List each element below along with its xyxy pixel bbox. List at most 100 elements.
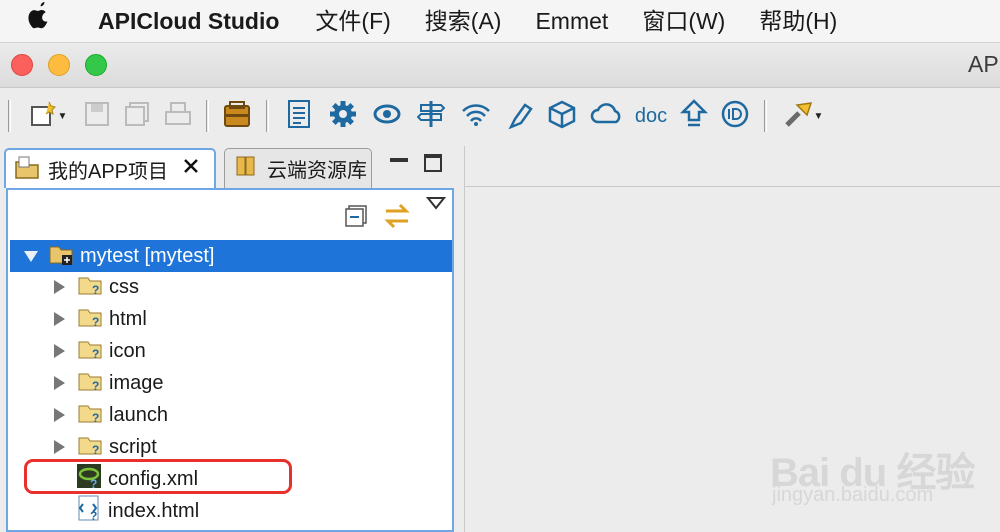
project-root-node[interactable]: mytest [mytest] bbox=[10, 240, 452, 272]
window-close-button[interactable] bbox=[11, 54, 33, 76]
save-all-icon bbox=[124, 101, 150, 132]
watermark-url: jingyan.baidu.com bbox=[772, 484, 934, 506]
settings-button[interactable] bbox=[326, 100, 360, 132]
menu-file[interactable]: 文件(F) bbox=[298, 0, 407, 42]
view-minimize-button[interactable] bbox=[390, 158, 408, 162]
folder-icon: ? bbox=[77, 336, 103, 366]
view-toolbar bbox=[8, 190, 452, 238]
cube-icon bbox=[547, 99, 577, 134]
print-button[interactable] bbox=[162, 100, 194, 132]
tree-folder-css[interactable]: ? css bbox=[54, 271, 450, 303]
folder-label: launch bbox=[109, 403, 168, 426]
sync-button[interactable] bbox=[370, 100, 404, 132]
upload-button[interactable] bbox=[676, 98, 712, 134]
document-icon bbox=[286, 99, 312, 134]
window-zoom-button[interactable] bbox=[85, 54, 107, 76]
tab-label: 我的APP项目 bbox=[48, 160, 169, 183]
folder-icon: ? bbox=[77, 400, 103, 430]
document-button[interactable] bbox=[282, 99, 316, 134]
tree-folder-html[interactable]: ? html bbox=[54, 303, 450, 335]
toolbar-separator bbox=[206, 100, 209, 132]
main-toolbar: ▼ doc ▼ bbox=[0, 88, 1000, 144]
tree-folder-image[interactable]: ? image bbox=[54, 367, 450, 399]
baidu-jingyan-watermark: Bai du 经验 jingyan.baidu.com bbox=[762, 428, 1000, 518]
menu-app-name[interactable]: APICloud Studio bbox=[78, 0, 298, 42]
editor-tab-strip bbox=[465, 146, 1000, 187]
new-file-icon bbox=[29, 100, 57, 133]
ide-button[interactable] bbox=[716, 100, 754, 132]
chevron-right-icon[interactable] bbox=[54, 440, 65, 454]
chevron-right-icon[interactable] bbox=[54, 280, 65, 294]
svg-text:?: ? bbox=[90, 509, 97, 521]
folder-label: html bbox=[109, 307, 147, 330]
collapse-all-icon[interactable] bbox=[344, 204, 368, 233]
chevron-right-icon[interactable] bbox=[54, 344, 65, 358]
signpost-button[interactable] bbox=[414, 100, 448, 132]
close-icon[interactable] bbox=[182, 157, 200, 181]
tree-folder-icon[interactable]: ? icon bbox=[54, 335, 450, 367]
svg-text:?: ? bbox=[92, 283, 99, 296]
ide-circle-icon bbox=[720, 99, 750, 134]
view-menu-icon[interactable] bbox=[425, 196, 447, 215]
menu-search[interactable]: 搜索(A) bbox=[408, 0, 519, 42]
folder-label: css bbox=[109, 275, 139, 298]
folder-icon: ? bbox=[77, 272, 103, 302]
save-all-button[interactable] bbox=[122, 100, 152, 132]
link-with-editor-icon[interactable] bbox=[382, 202, 412, 235]
run-tool-icon bbox=[783, 99, 813, 134]
module-button[interactable] bbox=[544, 100, 580, 132]
chevron-right-icon[interactable] bbox=[54, 408, 65, 422]
chevron-right-icon[interactable] bbox=[54, 312, 65, 326]
svg-text:?: ? bbox=[92, 347, 99, 360]
save-icon bbox=[84, 101, 110, 132]
config-xml-highlight-box bbox=[24, 459, 292, 494]
tab-label: 云端资源库 bbox=[267, 160, 367, 182]
chevron-down-icon: ▼ bbox=[813, 110, 824, 122]
cloud-icon bbox=[590, 102, 624, 131]
doc-button[interactable]: doc bbox=[632, 100, 670, 132]
cloud-button[interactable] bbox=[588, 100, 626, 132]
gear-icon bbox=[328, 99, 358, 134]
folder-icon: ? bbox=[77, 432, 103, 462]
menu-emmet[interactable]: Emmet bbox=[518, 0, 625, 42]
svg-text:?: ? bbox=[92, 379, 99, 392]
tab-cloud-repository[interactable]: 云端资源库 bbox=[224, 148, 372, 188]
svg-text:?: ? bbox=[92, 411, 99, 424]
deploy-button[interactable] bbox=[220, 100, 254, 132]
folder-label: script bbox=[109, 435, 157, 458]
cloud-repo-icon bbox=[233, 153, 259, 184]
tree-folder-launch[interactable]: ? launch bbox=[54, 399, 450, 431]
signpost-icon bbox=[416, 99, 446, 134]
window-title: AP bbox=[968, 51, 999, 77]
window-minimize-button[interactable] bbox=[48, 54, 70, 76]
html-file-icon: ? bbox=[76, 495, 102, 527]
chevron-down-icon: ▼ bbox=[57, 110, 68, 122]
wifi-icon bbox=[460, 101, 492, 132]
toolbar-separator bbox=[266, 100, 269, 132]
chevron-right-icon[interactable] bbox=[54, 376, 65, 390]
svg-text:?: ? bbox=[92, 443, 99, 456]
chevron-down-icon[interactable] bbox=[24, 250, 38, 262]
plug-icon bbox=[505, 99, 533, 134]
external-tools-button[interactable]: ▼ bbox=[778, 100, 828, 132]
save-button[interactable] bbox=[82, 100, 112, 132]
tree-file-index-html[interactable]: ? index.html bbox=[76, 495, 450, 527]
folder-icon: ? bbox=[77, 368, 103, 398]
menu-help[interactable]: 帮助(H) bbox=[742, 0, 854, 42]
apple-menu-icon[interactable] bbox=[26, 0, 78, 42]
new-wizard-button[interactable]: ▼ bbox=[24, 100, 72, 132]
tab-my-app-projects[interactable]: 我的APP项目 bbox=[4, 148, 216, 188]
briefcase-icon bbox=[222, 100, 252, 133]
folder-icon: ? bbox=[77, 304, 103, 334]
folder-label: image bbox=[109, 371, 164, 394]
project-name: mytest [mytest] bbox=[80, 244, 215, 267]
menu-window[interactable]: 窗口(W) bbox=[625, 0, 742, 42]
toolbar-separator bbox=[764, 100, 767, 132]
view-tab-bar: 我的APP项目 云端资源库 bbox=[0, 146, 460, 188]
plugin-button[interactable] bbox=[502, 100, 536, 132]
wifi-button[interactable] bbox=[458, 100, 494, 132]
sync-icon bbox=[372, 101, 402, 132]
view-maximize-button[interactable] bbox=[424, 154, 442, 172]
svg-text:?: ? bbox=[92, 315, 99, 328]
upload-icon bbox=[679, 98, 709, 134]
